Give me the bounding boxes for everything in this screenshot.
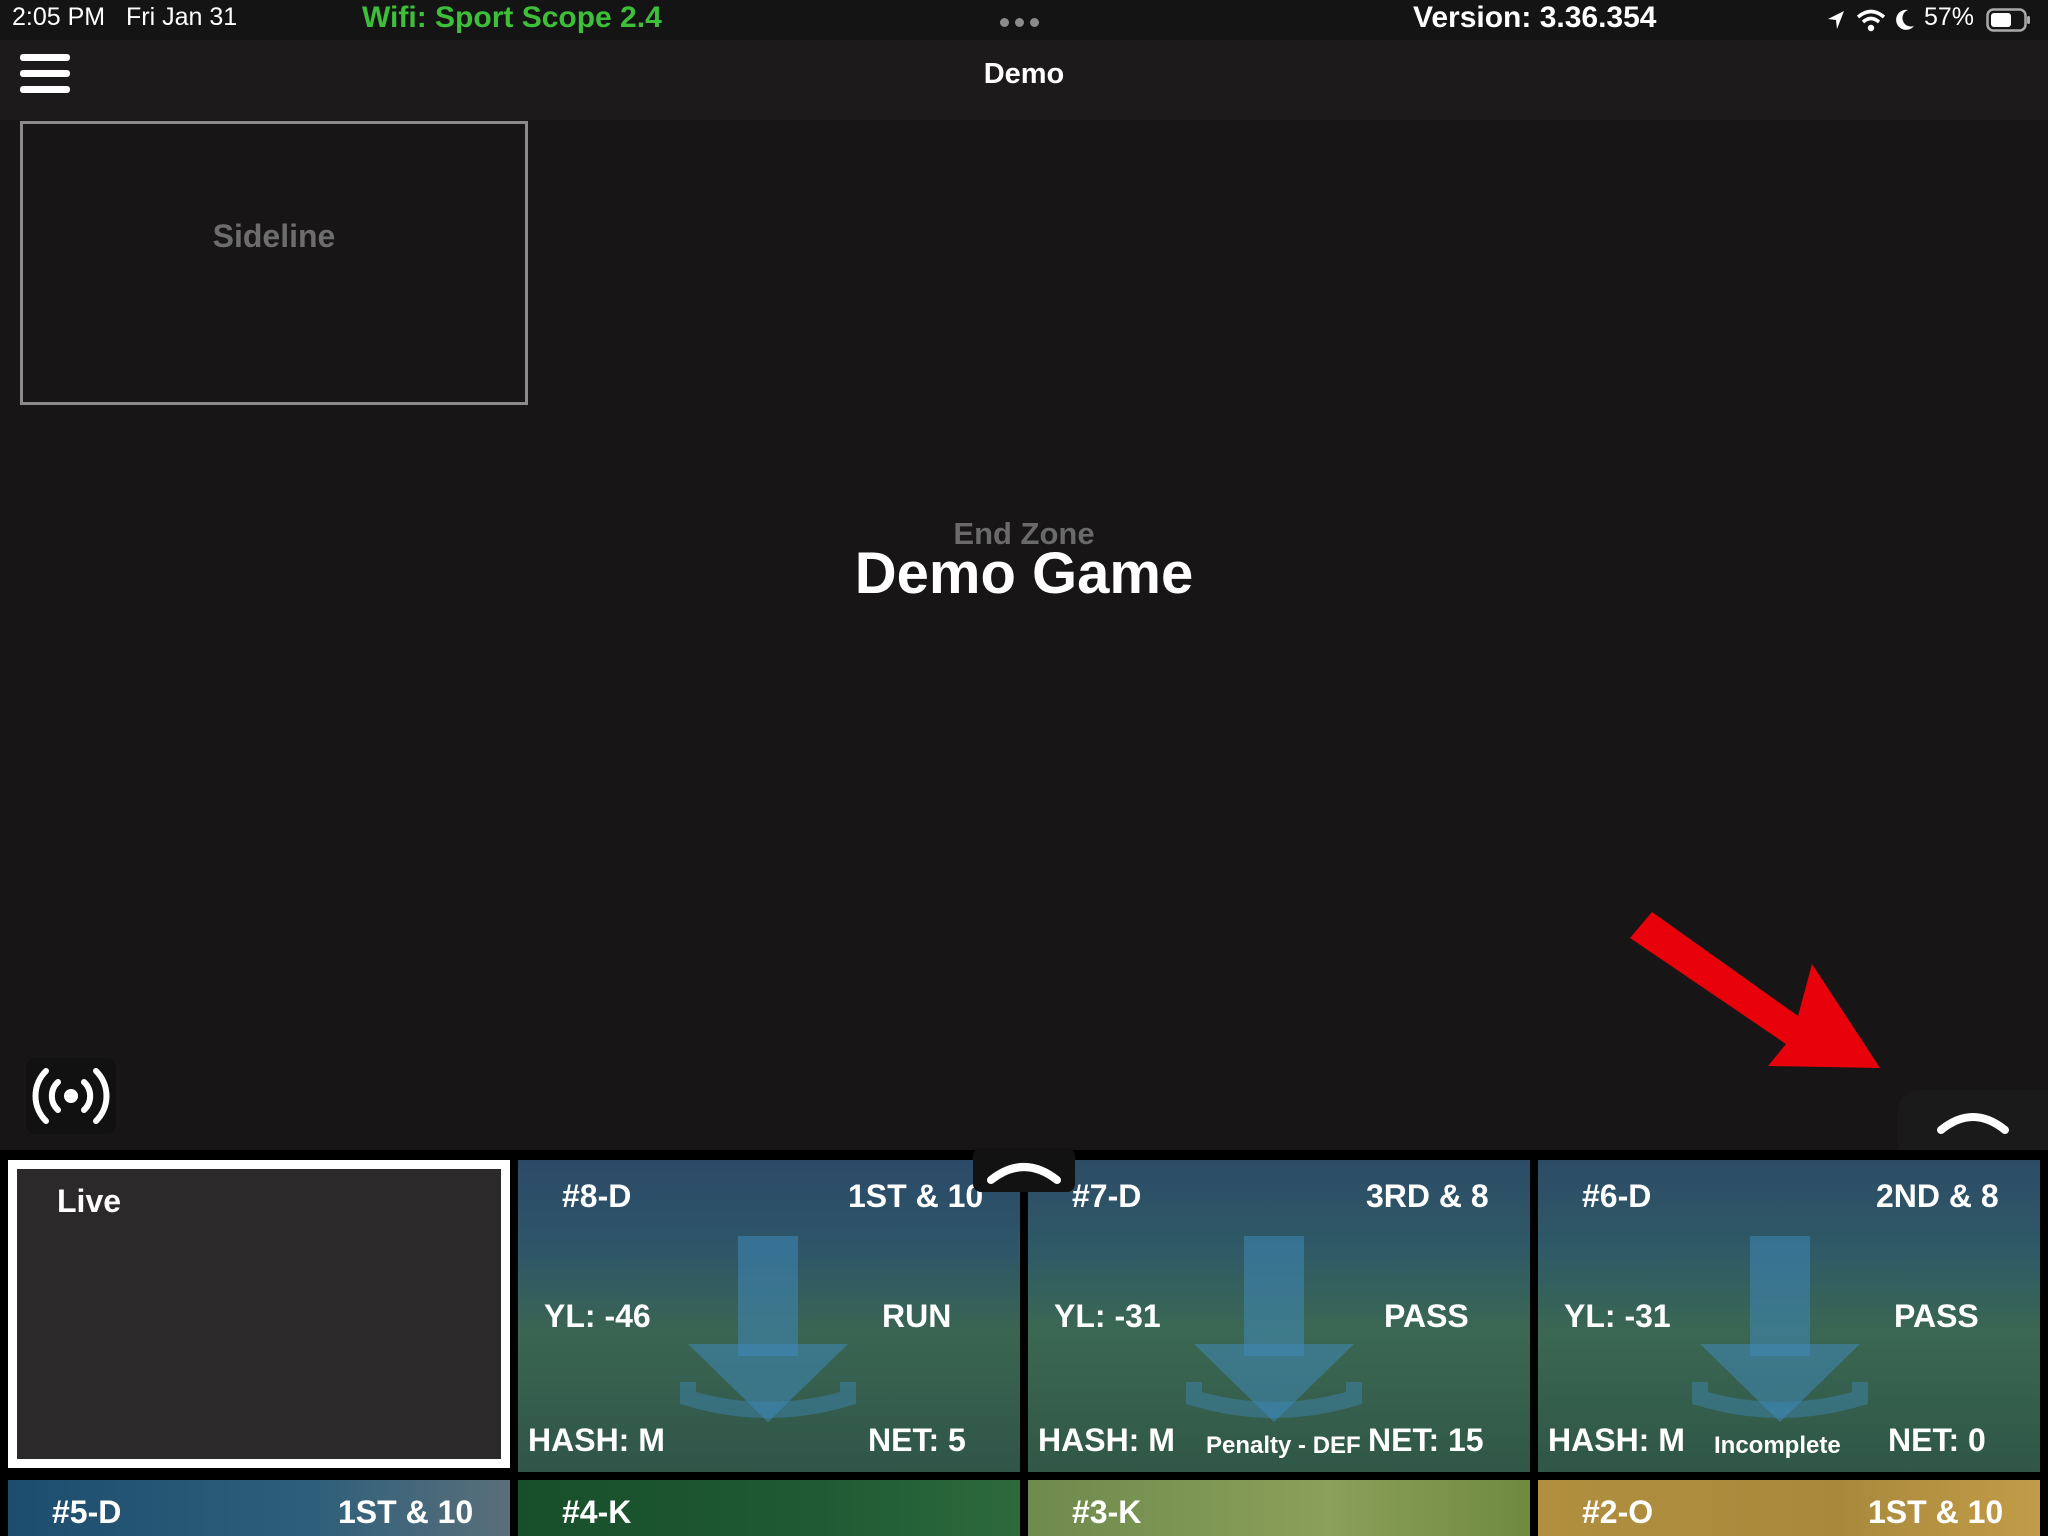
chevron-up-icon bbox=[987, 1163, 1061, 1184]
status-time: 2:05 PM bbox=[12, 3, 106, 31]
clip-hash: HASH: M bbox=[528, 1422, 665, 1458]
clip-result: Incomplete bbox=[1714, 1432, 1841, 1459]
clip-id: #5-D bbox=[52, 1494, 122, 1530]
clip-yardline: YL: -31 bbox=[1054, 1298, 1161, 1334]
clip-play-type: PASS bbox=[1894, 1298, 1979, 1334]
clip-down-distance: 1ST & 10 bbox=[1868, 1494, 2004, 1530]
clip-tile[interactable]: #4-K bbox=[518, 1480, 1020, 1536]
battery-percent: 57% bbox=[1924, 3, 1975, 31]
sideline-label: Sideline bbox=[212, 218, 336, 254]
location-arrow-icon bbox=[1828, 11, 1844, 29]
wifi-network-label: Wifi: Sport Scope 2.4 bbox=[362, 1, 662, 34]
red-annotation-arrow-icon bbox=[1630, 912, 1880, 1068]
clip-yardline: YL: -46 bbox=[544, 1298, 651, 1334]
collapse-strip-button[interactable] bbox=[973, 1148, 1075, 1192]
clip-net: NET: 0 bbox=[1888, 1422, 1986, 1458]
live-tile[interactable]: Live bbox=[8, 1160, 510, 1468]
clip-tile[interactable]: #8-D 1ST & 10 YL: -46 RUN HASH: M NET: 5 bbox=[518, 1160, 1020, 1472]
multitasking-dots-icon[interactable] bbox=[1000, 14, 1045, 32]
clip-down-distance: 1ST & 10 bbox=[338, 1494, 474, 1530]
status-bar: 2:05 PM Fri Jan 31 Wifi: Sport Scope 2.4… bbox=[0, 0, 2048, 40]
clip-play-type: RUN bbox=[882, 1298, 952, 1334]
clip-down-distance: 2ND & 8 bbox=[1876, 1178, 1999, 1214]
broadcast-icon[interactable] bbox=[26, 1058, 116, 1134]
wifi-icon bbox=[1856, 9, 1886, 32]
navigation-bar: Demo bbox=[0, 40, 2048, 120]
chevron-up-icon bbox=[1937, 1113, 2009, 1134]
clip-tile[interactable]: #7-D 3RD & 8 YL: -31 PASS HASH: M Penalt… bbox=[1028, 1160, 1530, 1472]
clip-id: #6-D bbox=[1582, 1178, 1652, 1214]
clip-tile[interactable]: #2-O 1ST & 10 bbox=[1538, 1480, 2040, 1536]
clip-id: #2-O bbox=[1582, 1494, 1654, 1530]
clip-net: NET: 15 bbox=[1368, 1422, 1484, 1458]
clip-tile[interactable]: #5-D 1ST & 10 bbox=[8, 1480, 510, 1536]
clip-hash: HASH: M bbox=[1548, 1422, 1685, 1458]
clip-result: Penalty - DEF bbox=[1206, 1432, 1361, 1459]
live-label: Live bbox=[57, 1183, 122, 1219]
clip-down-distance: 1ST & 10 bbox=[848, 1178, 984, 1214]
clip-play-type: PASS bbox=[1384, 1298, 1469, 1334]
clip-net: NET: 5 bbox=[868, 1422, 966, 1458]
page-title: Demo bbox=[983, 58, 1065, 90]
clip-id: #7-D bbox=[1072, 1178, 1142, 1214]
clip-id: #3-K bbox=[1072, 1494, 1142, 1530]
clip-tile[interactable]: #6-D 2ND & 8 YL: -31 PASS HASH: M Incomp… bbox=[1538, 1160, 2040, 1472]
sideline-camera-view[interactable]: Sideline bbox=[20, 121, 528, 405]
moon-icon bbox=[1896, 9, 1914, 30]
clip-yardline: YL: -31 bbox=[1564, 1298, 1671, 1334]
app-version: Version: 3.36.354 bbox=[1413, 1, 1657, 34]
status-date: Fri Jan 31 bbox=[126, 3, 238, 31]
game-title: Demo Game bbox=[854, 541, 1194, 606]
clip-hash: HASH: M bbox=[1038, 1422, 1175, 1458]
battery-icon bbox=[1986, 8, 2030, 32]
clip-id: #8-D bbox=[562, 1178, 632, 1214]
clip-tile[interactable]: #3-K bbox=[1028, 1480, 1530, 1536]
clip-id: #4-K bbox=[562, 1494, 632, 1530]
expand-panel-button[interactable] bbox=[1898, 1090, 2048, 1150]
clip-down-distance: 3RD & 8 bbox=[1366, 1178, 1489, 1214]
